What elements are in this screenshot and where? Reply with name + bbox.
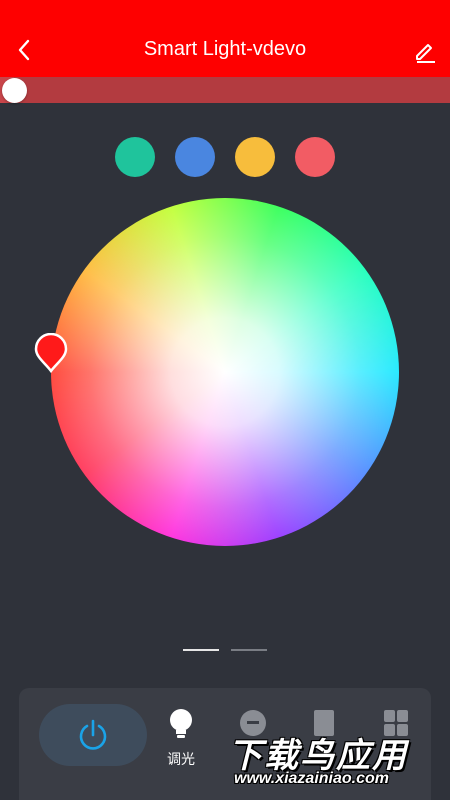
page-indicator	[0, 649, 450, 652]
page-title: Smart Light-vdevo	[143, 38, 307, 60]
bulb-icon	[170, 709, 192, 738]
map-pin-icon	[34, 332, 68, 374]
edit-button[interactable]	[410, 36, 440, 66]
mode-dimming-button[interactable]: 调光	[156, 708, 206, 768]
brightness-thumb[interactable]	[1, 78, 27, 103]
color-wheel[interactable]	[51, 198, 399, 546]
preset-colors	[0, 137, 450, 177]
color-picker-handle[interactable]	[34, 332, 68, 374]
watermark-url: www.xiazainiao.com	[234, 770, 390, 787]
preset-teal-swatch[interactable]	[115, 137, 155, 177]
brightness-slider[interactable]	[0, 77, 450, 103]
mode-dimming-label: 调光	[167, 752, 195, 768]
preset-yellow-swatch[interactable]	[235, 137, 275, 177]
pencil-icon	[416, 44, 435, 63]
color-wheel-saturation	[51, 198, 399, 546]
preset-blue-swatch[interactable]	[175, 137, 215, 177]
page-dot	[183, 649, 219, 651]
preset-coral-swatch[interactable]	[295, 137, 335, 177]
header-bar: Smart Light-vdevo	[0, 0, 450, 77]
page-dot	[231, 649, 267, 651]
watermark: 下载鸟应用 www.xiazainiao.com	[228, 724, 450, 800]
power-button[interactable]	[39, 704, 147, 766]
power-icon	[79, 719, 107, 750]
